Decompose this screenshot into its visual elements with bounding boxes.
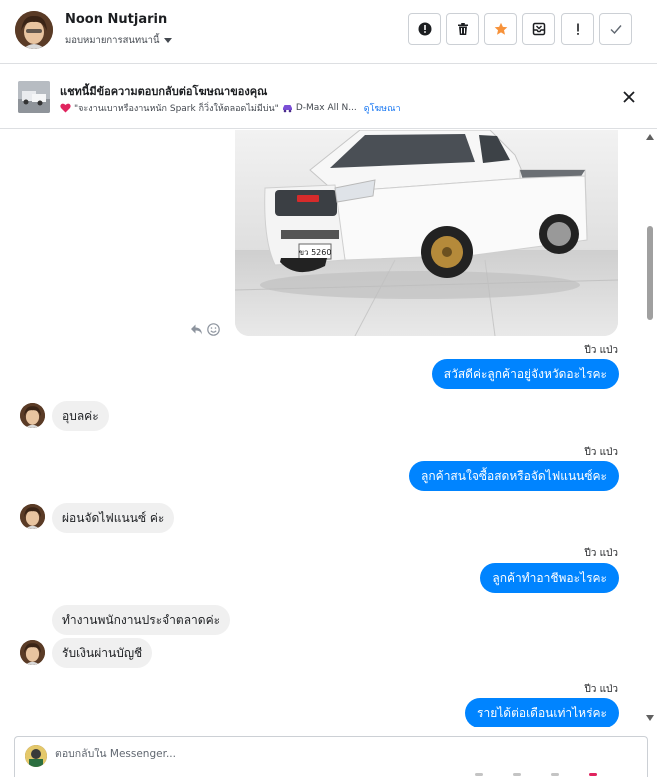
contact-name: Noon Nutjarin — [65, 12, 168, 27]
page-avatar — [25, 745, 47, 767]
star-button[interactable] — [484, 13, 517, 45]
incoming-message[interactable]: ผ่อนจัดไฟแนนซ์ ค่ะ — [52, 503, 175, 533]
exclamation-circle-icon — [418, 22, 431, 36]
car-icon — [282, 105, 292, 113]
reply-composer — [14, 736, 648, 777]
composer-toolbar-peek — [475, 773, 597, 776]
heart-icon — [60, 103, 71, 113]
incoming-message[interactable]: อุบลค่ะ — [52, 401, 109, 431]
assign-label: มอบหมายการสนทนานี้ — [65, 35, 160, 46]
incoming-message[interactable]: ทำงานพนักงานประจำตลาดค่ะ — [52, 605, 231, 635]
view-ad-link[interactable]: ดูโฆษณา — [364, 101, 401, 115]
incoming-message[interactable]: รับเงินผ่านบัญชี — [52, 638, 153, 668]
scrollbar-thumb[interactable] — [647, 226, 653, 320]
sender-label: ปีว แป่ว — [584, 684, 618, 695]
outgoing-message[interactable]: สวัสดีค่ะลูกค้าอยู่จังหวัดอะไรคะ — [431, 359, 619, 389]
sender-label: ปีว แป่ว — [584, 548, 618, 559]
outgoing-message[interactable]: ลูกค้าสนใจซื้อสดหรือจัดไฟแนนซ์คะ — [409, 461, 619, 491]
ad-product: D-Max All N... — [295, 103, 357, 113]
emoji-reaction-icon[interactable] — [207, 323, 220, 336]
contact-avatar-small — [20, 403, 45, 428]
outgoing-message[interactable]: รายได้ต่อเดือนเท่าไหร่คะ — [465, 698, 619, 727]
archive-button[interactable] — [522, 13, 555, 45]
ad-quote: "จะงานเบาหรืองานหนัก Spark ก็วิ่งให้ตลอด… — [74, 104, 279, 114]
contact-avatar[interactable] — [15, 11, 53, 49]
contact-avatar-small — [20, 640, 45, 665]
mark-spam-button[interactable] — [408, 13, 441, 45]
message-actions — [190, 323, 220, 336]
archive-icon — [532, 22, 545, 36]
message-scrollbar[interactable] — [643, 130, 657, 727]
check-icon — [610, 25, 622, 35]
reply-input[interactable] — [55, 748, 615, 760]
mark-important-button[interactable] — [561, 13, 594, 45]
trash-icon — [457, 23, 468, 35]
star-icon — [494, 22, 507, 35]
mark-done-button[interactable] — [599, 13, 632, 45]
ad-context-banner: แชทนี้มีข้อความตอบกลับต่อโฆษณาของคุณ "จะ… — [0, 65, 657, 129]
shared-vehicle-photo[interactable]: ขว 5260 — [235, 130, 618, 336]
outgoing-message[interactable]: ลูกค้าทำอาชีพอะไรคะ — [480, 563, 619, 593]
ad-banner-subtitle: "จะงานเบาหรืองานหนัก Spark ก็วิ่งให้ตลอด… — [60, 101, 401, 115]
sender-label: ปีว แป่ว — [584, 447, 618, 458]
caret-down-icon — [163, 38, 172, 43]
exclamation-icon — [576, 23, 579, 35]
message-thread: ขว 5260 ปีว แป่ว สวัสดีค่ะลูกค้าอยู่จังห… — [0, 130, 657, 727]
scroll-up-arrow-icon[interactable] — [646, 134, 654, 140]
ad-banner-title: แชทนี้มีข้อความตอบกลับต่อโฆษณาของคุณ — [60, 85, 268, 98]
sender-label: ปีว แป่ว — [584, 345, 618, 356]
reply-icon[interactable] — [190, 323, 203, 336]
ad-thumbnail[interactable] — [18, 81, 50, 113]
close-icon[interactable] — [620, 88, 638, 106]
conversation-header: Noon Nutjarin มอบหมายการสนทนานี้ — [0, 0, 657, 64]
svg-text:ขว 5260: ขว 5260 — [299, 248, 332, 257]
contact-avatar-small — [20, 504, 45, 529]
delete-button[interactable] — [446, 13, 479, 45]
scroll-down-arrow-icon[interactable] — [646, 715, 654, 721]
assign-conversation-dropdown[interactable]: มอบหมายการสนทนานี้ — [65, 33, 172, 48]
